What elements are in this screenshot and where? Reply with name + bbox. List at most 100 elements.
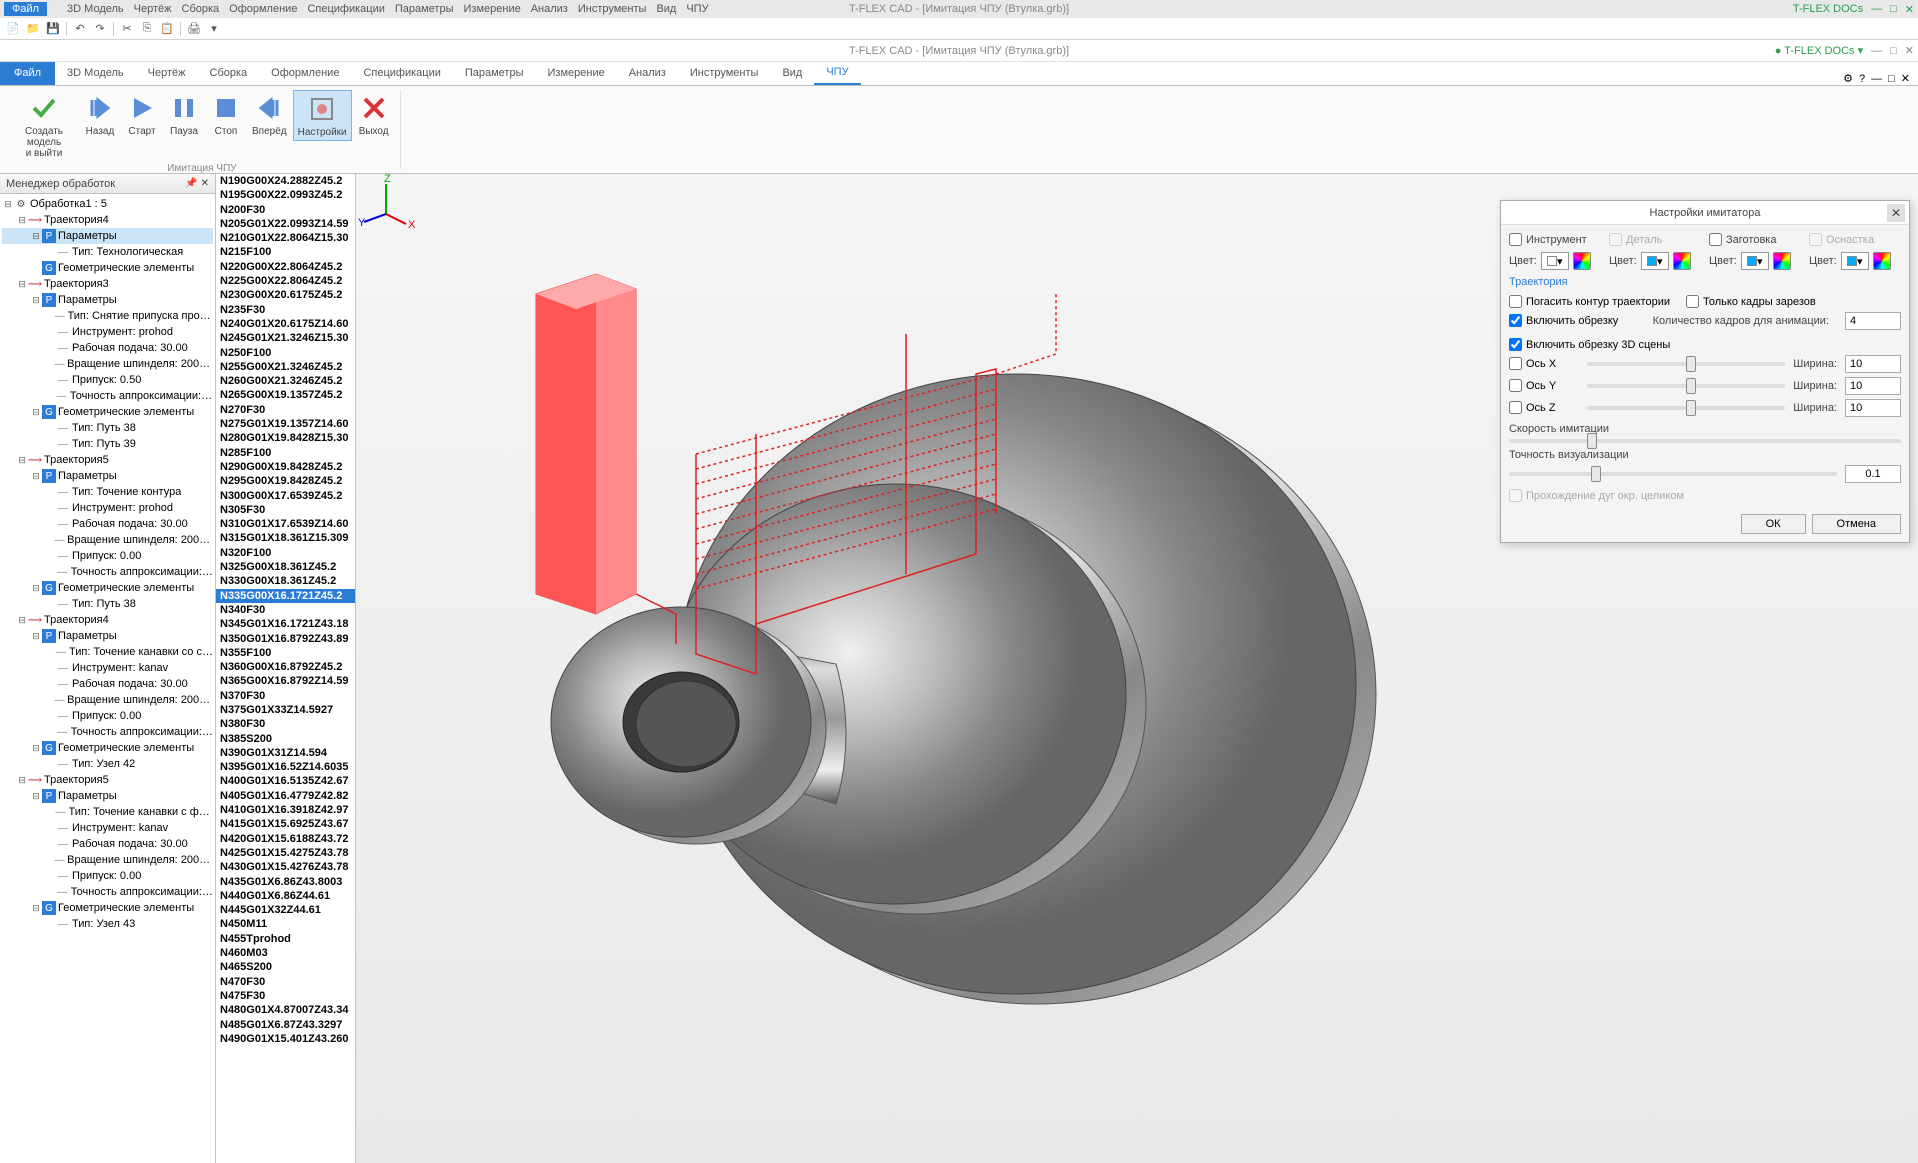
tree-item[interactable]: —Тип: Путь 38 — [2, 420, 213, 436]
ribbon-tab-design[interactable]: Оформление — [259, 61, 351, 85]
ribbon-tab-analysis[interactable]: Анализ — [617, 61, 678, 85]
tree-item[interactable]: —Инструмент: prohod — [2, 500, 213, 516]
qat-more-icon[interactable]: ▾ — [205, 20, 223, 38]
ribbon-btn-настройки[interactable]: Настройки — [293, 90, 352, 141]
gradient-picker-icon[interactable] — [1673, 252, 1691, 270]
gcode-line[interactable]: N330G00X18.361Z45.2 — [216, 574, 355, 588]
ribbon-btn-назад[interactable]: Назад — [80, 90, 120, 139]
tree-item[interactable]: ⊟⟿Траектория3 — [2, 276, 213, 292]
gcode-line[interactable]: N190G00X24.2882Z45.2 — [216, 174, 355, 188]
gcode-line[interactable]: N410G01X16.3918Z42.97 — [216, 803, 355, 817]
tree-item[interactable]: ⊟GГеометрические элементы — [2, 740, 213, 756]
tree-item[interactable]: —Точность аппроксимации: 0.1 — [2, 884, 213, 900]
gcode-line[interactable]: N290G00X19.8428Z45.2 — [216, 460, 355, 474]
expander-icon[interactable]: ⊟ — [2, 199, 14, 210]
cb-hide-trajectory[interactable]: Погасить контур траектории — [1509, 295, 1670, 308]
tree-item[interactable]: —Припуск: 0.50 — [2, 372, 213, 388]
gcode-line[interactable]: N365G00X16.8792Z14.59 — [216, 674, 355, 688]
tree-item[interactable]: —Тип: Узел 43 — [2, 916, 213, 932]
ok-button[interactable]: ОК — [1741, 514, 1806, 534]
gcode-panel[interactable]: N190G00X24.2882Z45.2N195G00X22.0993Z45.2… — [216, 174, 356, 1163]
gcode-line[interactable]: N220G00X22.8064Z45.2 — [216, 260, 355, 274]
ribbon-tab-view[interactable]: Вид — [770, 61, 814, 85]
gcode-line[interactable]: N360G00X16.8792Z45.2 — [216, 660, 355, 674]
tree-item[interactable]: —Тип: Точение канавки с фасками — [2, 804, 213, 820]
secondary-menu-item[interactable]: 3D Модель — [67, 3, 124, 15]
ribbon-btn-пауза[interactable]: Пауза — [164, 90, 204, 139]
mdi-close-icon[interactable]: ✕ — [1901, 72, 1910, 85]
gcode-line[interactable]: N215F100 — [216, 245, 355, 259]
window-maximize-icon[interactable]: □ — [1890, 45, 1897, 57]
gcode-line[interactable]: N420G01X15.6188Z43.72 — [216, 832, 355, 846]
gcode-line[interactable]: N255G00X21.3246Z45.2 — [216, 360, 355, 374]
secondary-menu-item[interactable]: Параметры — [395, 3, 454, 15]
qat-copy-icon[interactable]: ⎘ — [138, 20, 156, 38]
gcode-line[interactable]: N465S200 — [216, 960, 355, 974]
pin-icon[interactable]: 📌 ✕ — [185, 178, 209, 189]
qat-redo-icon[interactable]: ↷ — [91, 20, 109, 38]
axis-checkbox[interactable]: Ось X — [1509, 357, 1579, 370]
tree-item[interactable]: —Тип: Точение контура — [2, 484, 213, 500]
dialog-close-icon[interactable]: ✕ — [1887, 204, 1905, 222]
gcode-line[interactable]: N300G00X17.6539Z45.2 — [216, 489, 355, 503]
frames-input[interactable] — [1845, 312, 1901, 330]
ribbon-btn-стоп[interactable]: Стоп — [206, 90, 246, 139]
gcode-line[interactable]: N405G01X16.4779Z42.82 — [216, 789, 355, 803]
ribbon-btn-создать модель[interactable]: Создать модельи выйти — [10, 90, 78, 161]
gcode-line[interactable]: N445G01X32Z44.61 — [216, 903, 355, 917]
ribbon-tab-3dmodel[interactable]: 3D Модель — [55, 61, 136, 85]
gcode-line[interactable]: N250F100 — [216, 346, 355, 360]
expander-icon[interactable]: ⊟ — [30, 583, 42, 594]
qat-undo-icon[interactable]: ↶ — [71, 20, 89, 38]
ribbon-tab-cnc[interactable]: ЧПУ — [814, 61, 860, 85]
gcode-line[interactable]: N240G01X20.6175Z14.60 — [216, 317, 355, 331]
secondary-menu-item[interactable]: ЧПУ — [686, 3, 708, 15]
tree-item[interactable]: ⊟PПараметры — [2, 228, 213, 244]
tree-item[interactable]: —Припуск: 0.00 — [2, 548, 213, 564]
gcode-line[interactable]: N285F100 — [216, 446, 355, 460]
color-select[interactable]: ▾ — [1841, 252, 1869, 270]
gcode-line[interactable]: N270F30 — [216, 403, 355, 417]
gcode-line[interactable]: N460M03 — [216, 946, 355, 960]
cb-arc-pass[interactable]: Прохождение дуг окр. целиком — [1509, 489, 1901, 502]
qat-new-icon[interactable]: 📄 — [4, 20, 22, 38]
qat-cut-icon[interactable]: ✂ — [118, 20, 136, 38]
mdi-min-icon[interactable]: — — [1871, 73, 1882, 85]
speed-slider[interactable] — [1509, 439, 1901, 443]
tree-item[interactable]: ⊟PПараметры — [2, 292, 213, 308]
ribbon-help-icon[interactable]: ? — [1859, 73, 1865, 85]
gcode-line[interactable]: N380F30 — [216, 717, 355, 731]
tree-item[interactable]: —Тип: Технологическая — [2, 244, 213, 260]
expander-icon[interactable]: ⊟ — [30, 791, 42, 802]
tree-item[interactable]: —Инструмент: prohod — [2, 324, 213, 340]
secondary-menu-item[interactable]: Вид — [656, 3, 676, 15]
gcode-line[interactable]: N345G01X16.1721Z43.18 — [216, 617, 355, 631]
tree-item[interactable]: —Инструмент: kanav — [2, 820, 213, 836]
gcode-line[interactable]: N225G00X22.8064Z45.2 — [216, 274, 355, 288]
docs-label-small[interactable]: T-FLEX DOCs — [1793, 3, 1863, 15]
gcode-line[interactable]: N450M11 — [216, 917, 355, 931]
gcode-line[interactable]: N320F100 — [216, 546, 355, 560]
tree-item[interactable]: ⊟⟿Траектория5 — [2, 452, 213, 468]
gradient-picker-icon[interactable] — [1573, 252, 1591, 270]
tree-item[interactable]: —Рабочая подача: 30.00 — [2, 340, 213, 356]
gcode-line[interactable]: N385S200 — [216, 732, 355, 746]
expander-icon[interactable]: ⊟ — [16, 215, 28, 226]
gcode-line[interactable]: N375G01X33Z14.5927 — [216, 703, 355, 717]
gcode-line[interactable]: N485G01X6.87Z43.3297 — [216, 1018, 355, 1032]
expander-icon[interactable]: ⊟ — [30, 231, 42, 242]
gcode-line[interactable]: N370F30 — [216, 689, 355, 703]
width-input[interactable] — [1845, 377, 1901, 395]
gcode-line[interactable]: N325G00X18.361Z45.2 — [216, 560, 355, 574]
gcode-line[interactable]: N230G00X20.6175Z45.2 — [216, 288, 355, 302]
secondary-menu-item[interactable]: Оформление — [229, 3, 297, 15]
expander-icon[interactable]: ⊟ — [30, 903, 42, 914]
gcode-line[interactable]: N440G01X6.86Z44.61 — [216, 889, 355, 903]
expander-icon[interactable]: ⊟ — [30, 407, 42, 418]
window-min-small[interactable]: — — [1871, 3, 1882, 15]
tree-item[interactable]: —Инструмент: kanav — [2, 660, 213, 676]
ribbon-gear-icon[interactable]: ⚙ — [1843, 72, 1853, 85]
tree-item[interactable]: ⊟PПараметры — [2, 628, 213, 644]
expander-icon[interactable]: ⊟ — [16, 455, 28, 466]
gcode-line[interactable]: N200F30 — [216, 203, 355, 217]
